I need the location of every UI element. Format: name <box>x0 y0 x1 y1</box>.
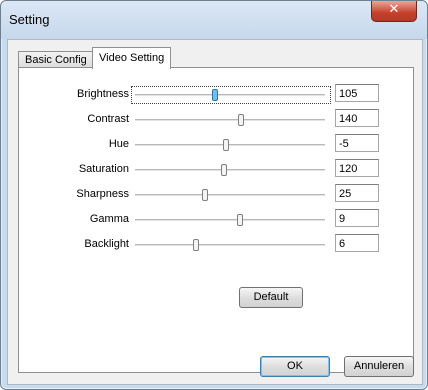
contrast-slider[interactable] <box>135 114 325 126</box>
close-icon: ✕ <box>388 2 400 17</box>
contrast-row: Contrast 140 <box>19 109 413 131</box>
title-bar[interactable]: Setting ✕ <box>1 1 427 39</box>
contrast-slider-thumb[interactable] <box>238 114 244 126</box>
backlight-row: Backlight 6 <box>19 234 413 256</box>
saturation-slider-thumb[interactable] <box>221 164 227 176</box>
close-button[interactable]: ✕ <box>371 1 417 22</box>
sharpness-value-field[interactable]: 25 <box>335 184 379 202</box>
sharpness-slider[interactable] <box>135 189 325 201</box>
gamma-value-field[interactable]: 9 <box>335 209 379 227</box>
gamma-slider-thumb[interactable] <box>237 214 243 226</box>
video-setting-panel: Brightness 105 Contrast 140 Hue -5 Satur… <box>18 67 414 373</box>
gamma-label: Gamma <box>89 213 129 225</box>
hue-row: Hue -5 <box>19 134 413 156</box>
brightness-label: Brightness <box>77 88 129 100</box>
window-title: Setting <box>9 12 50 27</box>
brightness-row: Brightness 105 <box>19 84 413 106</box>
dialog-client-area: Basic Config Video Setting Brightness 10… <box>7 39 423 385</box>
brightness-slider-thumb[interactable] <box>212 89 218 101</box>
backlight-label: Backlight <box>84 238 129 250</box>
hue-slider-thumb[interactable] <box>223 139 229 151</box>
default-button[interactable]: Default <box>239 287 303 308</box>
cancel-button[interactable]: Annuleren <box>344 356 414 377</box>
contrast-value-field[interactable]: 140 <box>335 109 379 127</box>
gamma-slider[interactable] <box>135 214 325 226</box>
tab-video-setting[interactable]: Video Setting <box>92 47 172 69</box>
hue-slider[interactable] <box>135 139 325 151</box>
saturation-value-field[interactable]: 120 <box>335 159 379 177</box>
hue-label: Hue <box>108 138 129 150</box>
ok-button[interactable]: OK <box>260 356 330 377</box>
brightness-slider[interactable] <box>135 89 325 101</box>
saturation-label: Saturation <box>78 163 129 175</box>
contrast-label: Contrast <box>87 113 129 125</box>
brightness-value-field[interactable]: 105 <box>335 84 379 102</box>
backlight-slider[interactable] <box>135 239 325 251</box>
backlight-value-field[interactable]: 6 <box>335 234 379 252</box>
sharpness-label: Sharpness <box>76 188 129 200</box>
settings-dialog: Setting ✕ Basic Config Video Setting Bri… <box>0 0 428 390</box>
saturation-slider[interactable] <box>135 164 325 176</box>
sharpness-row: Sharpness 25 <box>19 184 413 206</box>
tab-basic-config[interactable]: Basic Config <box>18 51 94 68</box>
sharpness-slider-thumb[interactable] <box>202 189 208 201</box>
saturation-row: Saturation 120 <box>19 159 413 181</box>
gamma-row: Gamma 9 <box>19 209 413 231</box>
backlight-slider-thumb[interactable] <box>193 239 199 251</box>
hue-value-field[interactable]: -5 <box>335 134 379 152</box>
